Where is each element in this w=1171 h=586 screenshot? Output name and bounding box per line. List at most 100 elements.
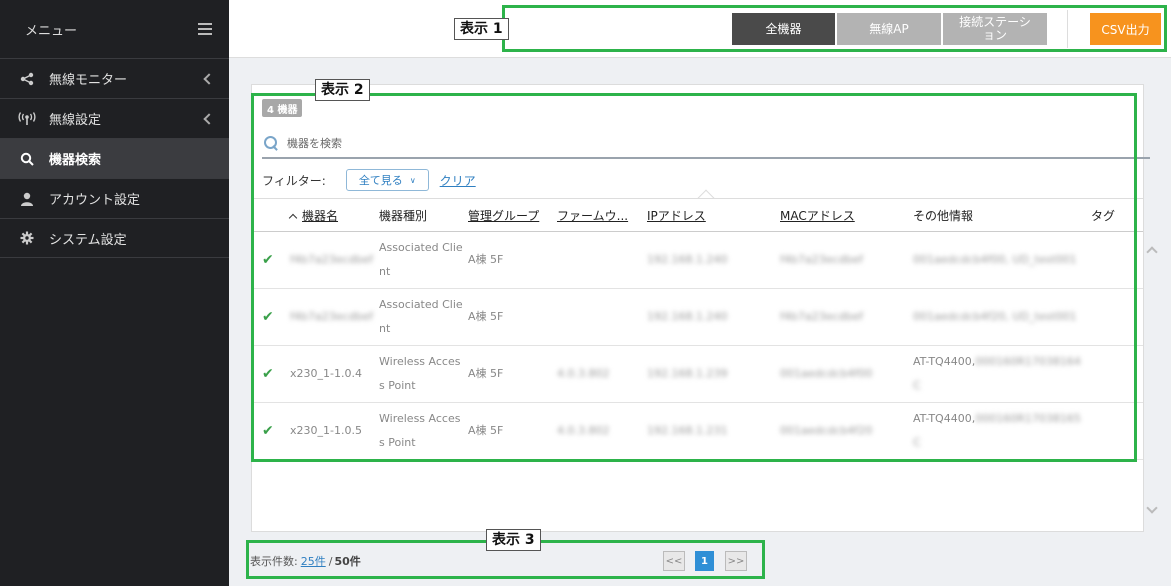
group-cell: A棟 5F [464,402,553,460]
other-info-cell: 001aedcdcb4f00, UD_test001 [909,231,1087,289]
column-label: 機器種別 [379,208,428,223]
search-icon [264,136,278,150]
table-row[interactable]: ✔ f4b7a23ecdbef Associated Client A棟 5F … [252,231,1143,289]
menu-title: メニュー [25,23,78,39]
per-page-separator: / [328,554,333,568]
sidebar: メニュー 無線モニター 無線設定 機器検索 アカウント設定 システム設定 [0,0,229,586]
device-name-cell[interactable]: x230_1-1.0.5 [286,402,375,460]
other-info-prefix: AT-TQ4400, [913,355,976,368]
sidebar-item-system-settings[interactable]: システム設定 [0,218,229,258]
user-icon [18,192,36,206]
search-input[interactable] [287,136,1150,150]
filter-label: フィルター: [262,173,326,188]
check-icon: ✔ [252,402,286,460]
check-icon: ✔ [252,345,286,403]
table-row[interactable]: ✔ x230_1-1.0.5 Wireless Access Point A棟 … [252,402,1143,460]
table-row[interactable]: ✔ f4b7a23ecdbef Associated Client A棟 5F … [252,288,1143,346]
pagination-page-1[interactable]: 1 [695,551,714,571]
mac-cell: 001aedcdcb4f20 [776,402,909,460]
sidebar-item-wireless-monitor[interactable]: 無線モニター [0,58,229,98]
column-label: タグ [1091,208,1116,223]
sidebar-item-label: アカウント設定 [49,193,141,208]
column-device-name[interactable]: 機器名 [286,198,375,232]
mac-cell: f4b7a23ecdbef [776,288,909,346]
clear-filter-link[interactable]: クリア [440,172,476,189]
chevron-left-icon [203,72,215,85]
ip-cell: 192.168.1.240 [643,288,776,346]
group-cell: A棟 5F [464,288,553,346]
device-name-cell[interactable]: f4b7a23ecdbef [286,288,375,346]
total-count: 50件 [334,555,361,568]
wireless-ap-button[interactable]: 無線AP [837,13,941,45]
device-table: 機器名 機器種別 管理グループ ファームウ... IPアドレス MACアドレス … [252,198,1143,460]
per-page-label: 表示件数: [250,555,298,568]
other-info-cell: AT-TQ4400,000160R17038165C [909,402,1087,460]
hamburger-menu-icon[interactable] [198,23,212,35]
group-cell: A棟 5F [464,345,553,403]
device-type-cell: Associated Client [375,288,464,346]
sidebar-item-device-search[interactable]: 機器検索 [0,138,229,178]
gear-icon [18,231,36,245]
sidebar-item-account-settings[interactable]: アカウント設定 [0,178,229,218]
stations-button[interactable]: 接続ステーション [943,13,1047,45]
column-management-group[interactable]: 管理グループ [464,198,553,232]
pagination-next-button[interactable]: >> [725,551,747,571]
column-label: 機器名 [302,208,339,223]
search-bar [262,129,1150,159]
csv-export-button[interactable]: CSV出力 [1090,13,1161,45]
tag-cell [1087,402,1143,460]
device-type-cell: Associated Client [375,231,464,289]
ip-cell: 192.168.1.240 [643,231,776,289]
filter-dropdown[interactable]: 全て見る ∨ [345,169,429,191]
check-icon: ✔ [252,288,286,346]
table-scrollbar[interactable] [1144,232,1161,530]
chevron-up-icon[interactable] [1146,246,1158,258]
filter-dropdown-value: 全て見る [358,174,403,187]
device-name-cell[interactable]: f4b7a23ecdbef [286,231,375,289]
device-list-panel: 4 機器 フィルター: 全て見る ∨ クリア 機器名 機器種別 管理グループ フ… [251,84,1150,532]
column-device-type: 機器種別 [375,198,464,232]
column-label: MACアドレス [780,208,855,223]
column-firmware[interactable]: ファームウ... [553,198,643,232]
antenna-icon [18,111,36,126]
sidebar-item-wireless-settings[interactable]: 無線設定 [0,98,229,138]
firmware-cell [553,288,643,346]
chevron-down-icon: ∨ [409,175,416,185]
other-info-cell: 001aedcdcb4f20, UD_test001 [909,288,1087,346]
check-icon: ✔ [252,231,286,289]
toolbar-divider [1067,10,1068,48]
column-label: ファームウ... [557,208,629,223]
other-info-cell: AT-TQ4400,000160R17038164C [909,345,1087,403]
chevron-down-icon[interactable] [1146,502,1158,514]
column-label: 管理グループ [468,208,540,223]
per-page-link[interactable]: 25件 [301,553,326,569]
top-toolbar: 全機器 無線AP 接続ステーション CSV出力 [229,0,1171,58]
column-ip-address[interactable]: IPアドレス [643,198,776,232]
column-label: その他情報 [913,208,974,223]
search-icon [18,152,36,166]
other-info-prefix: AT-TQ4400, [913,412,976,425]
ip-cell: 192.168.1.231 [643,402,776,460]
annotation-label-1: 表示 1 [454,18,509,40]
sort-asc-icon [288,213,298,222]
sidebar-item-label: 無線モニター [49,73,128,88]
sidebar-header: メニュー [0,0,229,58]
share-icon [18,72,36,86]
sidebar-item-label: システム設定 [49,232,127,248]
chevron-left-icon [203,112,215,125]
table-header-row: 機器名 機器種別 管理グループ ファームウ... IPアドレス MACアドレス … [252,198,1143,232]
column-other-info: その他情報 [909,198,1087,232]
column-tag: タグ [1087,198,1143,232]
tag-cell [1087,231,1143,289]
all-devices-button[interactable]: 全機器 [732,13,835,45]
group-cell: A棟 5F [464,231,553,289]
table-row[interactable]: ✔ x230_1-1.0.4 Wireless Access Point A棟 … [252,345,1143,403]
stations-button-label: 接続ステーション [959,15,1031,42]
column-label: IPアドレス [647,208,706,223]
mac-cell: 001aedcdcb4f00 [776,345,909,403]
pagination-prev-button[interactable]: << [663,551,685,571]
device-name-cell[interactable]: x230_1-1.0.4 [286,345,375,403]
column-mac-address[interactable]: MACアドレス [776,198,909,232]
annotation-label-3: 表示 3 [486,529,541,551]
sidebar-item-label: 無線設定 [49,113,102,128]
